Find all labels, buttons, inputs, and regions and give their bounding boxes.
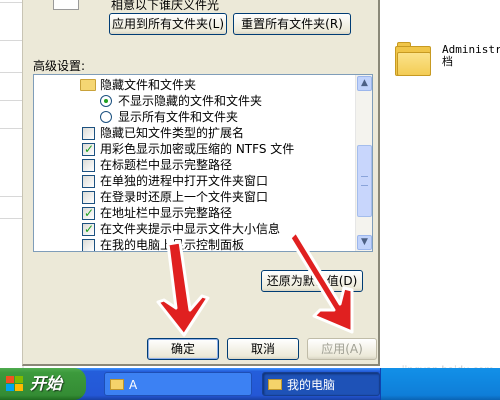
setting-row[interactable]: 在单独的进程中打开文件夹窗口 bbox=[34, 173, 354, 189]
windows-logo-icon bbox=[6, 376, 24, 392]
setting-label: 不显示隐藏的文件和文件夹 bbox=[118, 94, 263, 108]
setting-label: 显示所有文件和文件夹 bbox=[118, 110, 239, 124]
divider bbox=[0, 72, 24, 73]
folder-icon bbox=[110, 379, 124, 390]
folder-view-caption: 相意以下谁庆义件光 bbox=[111, 0, 220, 12]
advanced-settings-label: 高级设置: bbox=[33, 59, 86, 73]
scroll-up-button[interactable]: ▲ bbox=[357, 76, 372, 91]
checkbox[interactable] bbox=[82, 205, 95, 221]
checkbox[interactable] bbox=[82, 175, 95, 188]
setting-label: 隐藏已知文件类型的扩展名 bbox=[100, 126, 245, 140]
system-tray bbox=[380, 368, 500, 400]
folder-view-icon bbox=[53, 0, 79, 10]
taskbar-item-a[interactable]: A bbox=[104, 372, 252, 396]
checkbox[interactable] bbox=[82, 141, 95, 157]
computer-folder-icon bbox=[268, 379, 282, 390]
divider bbox=[0, 196, 24, 197]
setting-row[interactable]: 在登录时还原上一个文件夹窗口 bbox=[34, 189, 354, 205]
taskbar-item-my-computer[interactable]: 我的电脑 bbox=[262, 372, 380, 396]
checkbox[interactable] bbox=[82, 159, 95, 172]
taskbar-item-label: 我的电脑 bbox=[287, 378, 336, 392]
setting-row[interactable]: 隐藏文件和文件夹 bbox=[34, 77, 354, 93]
setting-label: 在文件夹提示中显示文件大小信息 bbox=[100, 222, 281, 236]
divider bbox=[0, 100, 24, 101]
vertical-scrollbar[interactable]: ▲ ▼ bbox=[355, 75, 372, 251]
start-label: 开始 bbox=[30, 374, 63, 393]
setting-row[interactable]: 隐藏已知文件类型的扩展名 bbox=[34, 125, 354, 141]
ok-button[interactable]: 确定 bbox=[147, 338, 219, 360]
setting-label: 在登录时还原上一个文件夹窗口 bbox=[100, 190, 269, 204]
divider bbox=[0, 128, 24, 129]
setting-label: 在地址栏中显示完整路径 bbox=[100, 206, 233, 220]
administrator-folder-label[interactable]: Administra 档 bbox=[442, 44, 500, 68]
divider bbox=[0, 2, 24, 3]
background-window-edge bbox=[0, 0, 24, 368]
taskbar-item-label: A bbox=[129, 378, 138, 392]
divider bbox=[0, 40, 24, 41]
setting-label: 在单独的进程中打开文件夹窗口 bbox=[100, 174, 269, 188]
setting-row[interactable]: 用彩色显示加密或压缩的 NTFS 文件 bbox=[34, 141, 354, 157]
apply-button[interactable]: 应用(A) bbox=[307, 338, 377, 360]
taskbar: 开始 A 我的电脑 bbox=[0, 368, 500, 400]
setting-label: 隐藏文件和文件夹 bbox=[100, 78, 197, 92]
checkbox[interactable] bbox=[82, 221, 95, 237]
checkbox[interactable] bbox=[82, 239, 95, 251]
scroll-thumb[interactable] bbox=[357, 145, 372, 217]
cancel-button[interactable]: 取消 bbox=[227, 338, 299, 360]
red-arrow-ok-icon bbox=[156, 240, 210, 337]
checkbox[interactable] bbox=[82, 127, 95, 140]
folder-icon bbox=[80, 79, 96, 91]
setting-label: 在标题栏中显示完整路径 bbox=[100, 158, 233, 172]
folder-icon[interactable] bbox=[395, 42, 431, 76]
setting-row[interactable]: 不显示隐藏的文件和文件夹 bbox=[34, 93, 354, 109]
setting-label: 用彩色显示加密或压缩的 NTFS 文件 bbox=[100, 142, 295, 156]
setting-row[interactable]: 显示所有文件和文件夹 bbox=[34, 109, 354, 125]
divider bbox=[0, 218, 24, 219]
apply-to-all-folders-button[interactable]: 应用到所有文件夹(L) bbox=[109, 13, 227, 35]
setting-row[interactable]: 在标题栏中显示完整路径 bbox=[34, 157, 354, 173]
setting-row[interactable]: 在地址栏中显示完整路径 bbox=[34, 205, 354, 221]
reset-all-folders-button[interactable]: 重置所有文件夹(R) bbox=[233, 13, 351, 35]
checkbox[interactable] bbox=[82, 191, 95, 204]
advanced-settings-list[interactable]: 隐藏文件和文件夹不显示隐藏的文件和文件夹 显示所有文件和文件夹隐藏已知文件类型的扩… bbox=[33, 74, 373, 252]
start-button[interactable]: 开始 bbox=[0, 368, 86, 400]
radio-button[interactable] bbox=[100, 111, 112, 123]
red-arrow-apply-icon bbox=[290, 230, 354, 334]
radio-button[interactable] bbox=[100, 95, 112, 107]
